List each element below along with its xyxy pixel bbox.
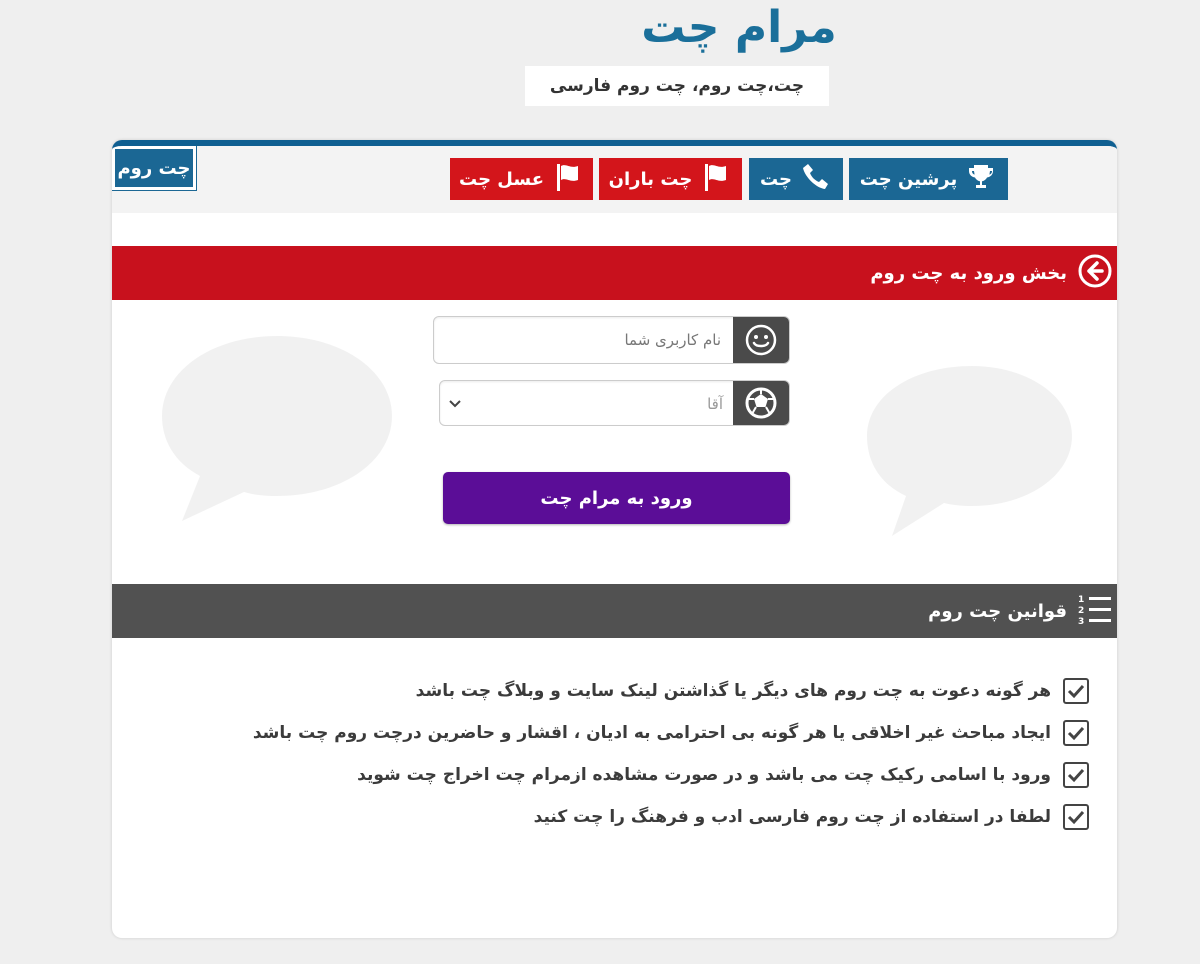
tab-asal-chat[interactable]: عسل چت — [450, 158, 593, 200]
flag-icon — [700, 161, 732, 198]
list-numbered-icon: 123 — [1077, 591, 1113, 632]
checkbox-checked-icon — [1063, 762, 1089, 788]
list-item: هر گونه دعوت به چت روم های دیگر یا گذاشت… — [189, 670, 1089, 712]
rules-section-title: قوانین چت روم — [928, 600, 1067, 622]
chat-bubble-watermark — [162, 336, 392, 521]
login-section-header: بخش ورود به چت روم — [112, 246, 1117, 300]
tab-label: چت — [759, 168, 793, 190]
checkbox-checked-icon — [1063, 720, 1089, 746]
list-item: لطفا در استفاده از چت روم فارسی ادب و فر… — [189, 796, 1089, 838]
tab-chat[interactable]: چت — [749, 158, 843, 200]
tab-label: چت باران — [608, 168, 693, 190]
flag-icon — [552, 161, 584, 198]
gender-select[interactable]: آقا — [439, 380, 790, 426]
tab-persian-chat[interactable]: پرشین چت — [849, 158, 1008, 200]
checkbox-checked-icon — [1063, 804, 1089, 830]
username-input[interactable] — [434, 317, 733, 363]
rules-section-header: قوانین چت روم 123 — [112, 584, 1117, 638]
list-item: ایجاد مباحث غیر اخلاقی یا هر گونه بی احت… — [189, 712, 1089, 754]
site-title: مرام چت — [641, 2, 837, 53]
tab-chat-baran[interactable]: چت باران — [599, 158, 742, 200]
tab-chat-room[interactable]: چت روم — [112, 146, 197, 191]
gender-selected-value: آقا — [707, 395, 723, 413]
tagline: چت،چت روم، چت روم فارسی — [525, 66, 829, 106]
tab-label: عسل چت — [459, 168, 544, 190]
enter-chat-label: ورود به مرام چت — [540, 487, 693, 509]
tab-label: پرشین چت — [859, 168, 958, 190]
chat-bubble-watermark — [867, 366, 1072, 536]
tab-label: چت روم — [117, 157, 191, 179]
enter-chat-button[interactable]: ورود به مرام چت — [443, 472, 790, 524]
rule-text: ایجاد مباحث غیر اخلاقی یا هر گونه بی احت… — [252, 723, 1051, 743]
gender-icon — [733, 381, 789, 425]
list-item: ورود با اسامی رکیک چت می باشد و در صورت … — [189, 754, 1089, 796]
rule-text: هر گونه دعوت به چت روم های دیگر یا گذاشت… — [415, 681, 1051, 701]
smiley-icon — [733, 317, 789, 363]
main-card: چت روم پرشین چت چت چت باران عسل چت بخش و… — [112, 140, 1117, 938]
trophy-icon — [965, 161, 997, 198]
chevron-down-icon — [449, 400, 461, 408]
rules-list: هر گونه دعوت به چت روم های دیگر یا گذاشت… — [189, 670, 1089, 838]
phone-icon — [800, 161, 832, 198]
username-field — [433, 316, 790, 364]
tab-bar: چت روم پرشین چت چت چت باران عسل چت — [112, 146, 1117, 213]
rule-text: ورود با اسامی رکیک چت می باشد و در صورت … — [357, 765, 1051, 785]
svg-text:3: 3 — [1078, 617, 1084, 627]
arrow-left-circle-icon — [1077, 253, 1113, 294]
rule-text: لطفا در استفاده از چت روم فارسی ادب و فر… — [533, 807, 1051, 827]
checkbox-checked-icon — [1063, 678, 1089, 704]
svg-text:1: 1 — [1078, 595, 1084, 605]
login-section-title: بخش ورود به چت روم — [870, 262, 1067, 284]
svg-text:2: 2 — [1078, 606, 1084, 616]
